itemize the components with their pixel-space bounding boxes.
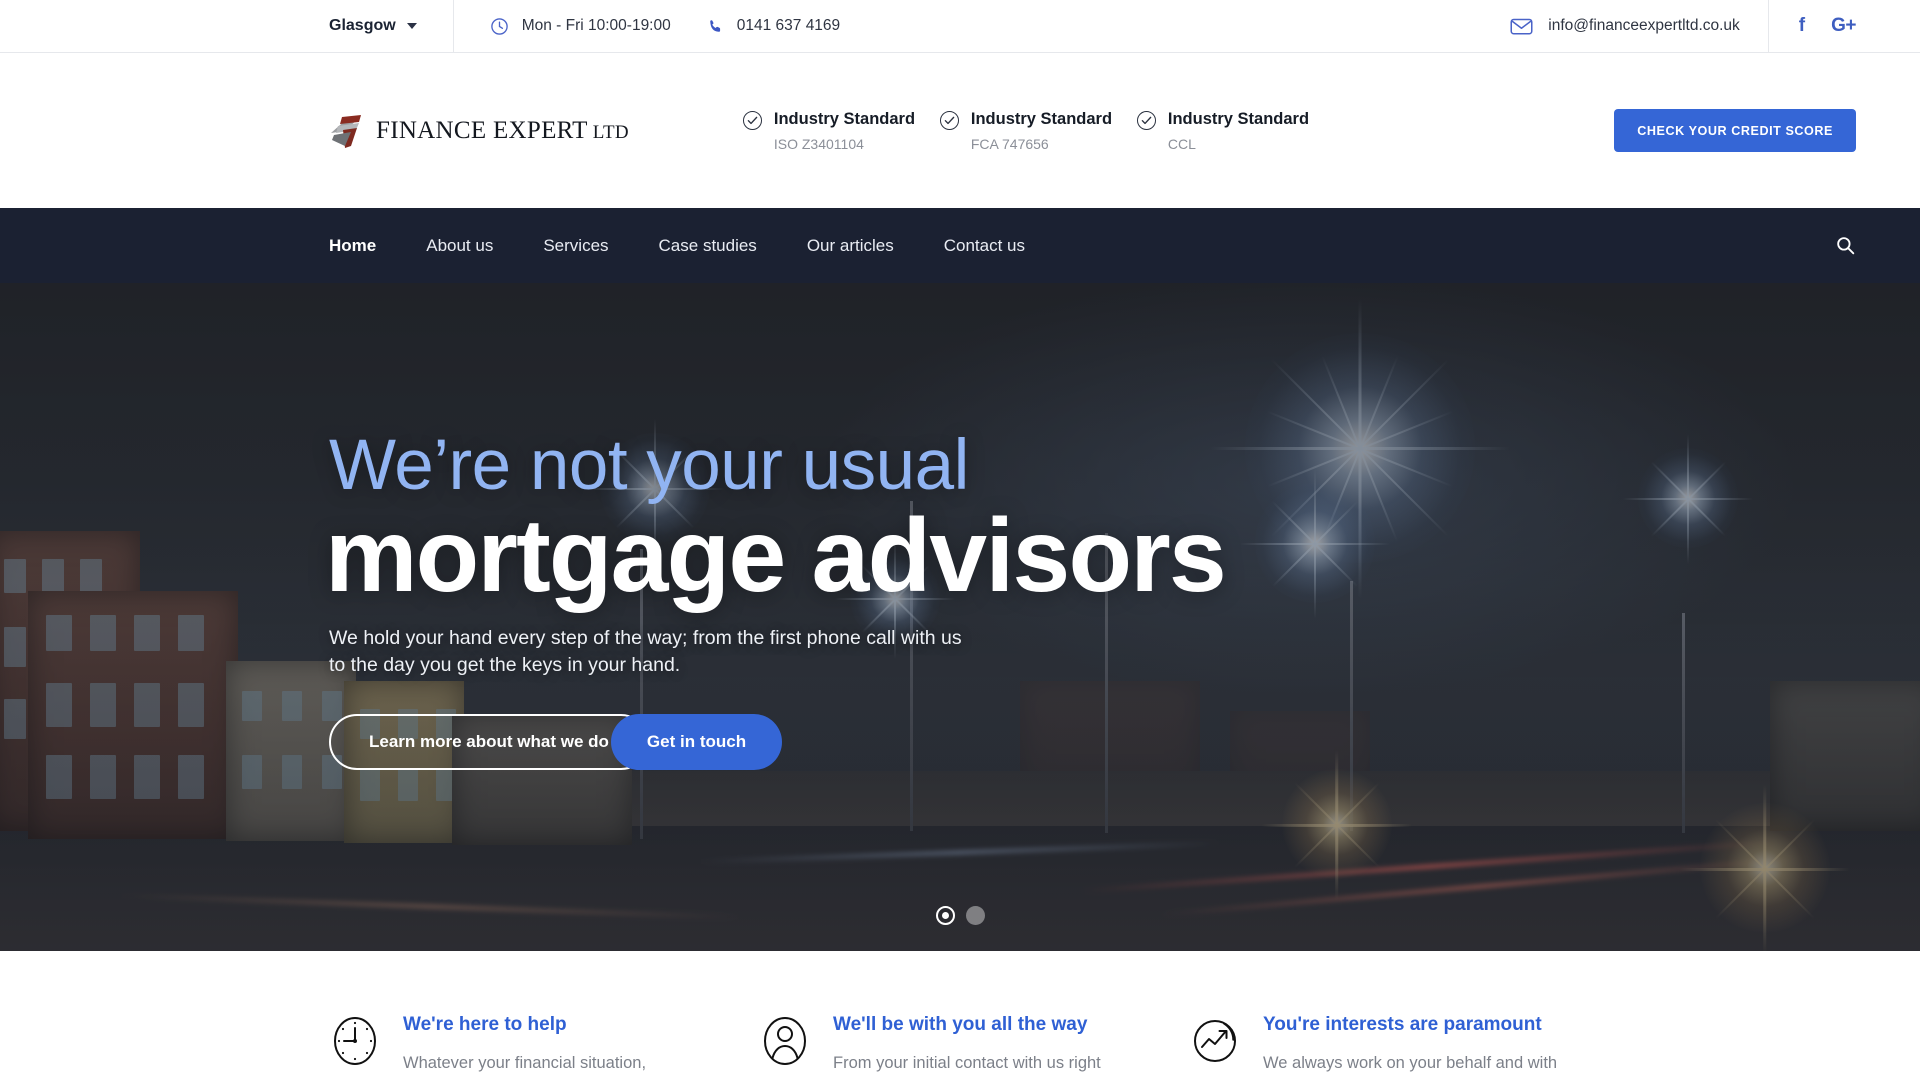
logo-name-main: FINANCE EXPERT xyxy=(376,116,588,144)
feature-title: You're interests are paramount xyxy=(1263,1014,1542,1035)
city-label: Glasgow xyxy=(329,17,396,34)
clock-icon xyxy=(329,1015,381,1067)
main-navigation: Home About us Services Case studies Our … xyxy=(0,208,1920,283)
badge-title: Industry Standard xyxy=(1167,110,1310,129)
search-icon[interactable] xyxy=(1835,235,1856,256)
social-links: f G+ xyxy=(1769,15,1857,37)
nav-item-our-articles[interactable]: Our articles xyxy=(782,236,919,256)
certification-badges: Industry Standard ISO Z3401104 Industry … xyxy=(742,109,1334,152)
nav-item-case-studies[interactable]: Case studies xyxy=(634,236,782,256)
slide-dot-2[interactable] xyxy=(965,906,985,925)
top-utility-bar: Glasgow Mon - Fri 10:00-19:00 0141 637 4… xyxy=(0,0,1920,53)
hero-banner: We’re not your usual mortgage advisors W… xyxy=(0,283,1920,951)
badge-title: Industry Standard xyxy=(773,110,916,129)
learn-more-button[interactable]: Learn more about what we do xyxy=(329,714,649,771)
features-section: We're here to help Whatever your financi… xyxy=(0,951,1920,1080)
email-info[interactable]: info@financeexpertltd.co.uk xyxy=(1510,17,1740,36)
badge-subtitle: CCL xyxy=(1167,135,1196,152)
badge-title: Industry Standard xyxy=(970,110,1113,129)
brand-header: FINANCE EXPERT LTD Industry Standard ISO… xyxy=(0,53,1920,208)
phone-number: 0141 637 4169 xyxy=(736,17,841,34)
badge-item: Industry Standard FCA 747656 xyxy=(939,109,1137,152)
check-circle-icon xyxy=(742,111,762,131)
feature-item-help: We're here to help Whatever your financi… xyxy=(329,1014,759,1080)
badge-subtitle: FCA 747656 xyxy=(970,135,1049,152)
page-root: Glasgow Mon - Fri 10:00-19:00 0141 637 4… xyxy=(0,0,1920,1080)
nav-item-about-us[interactable]: About us xyxy=(401,236,518,256)
nav-item-services[interactable]: Services xyxy=(518,236,633,256)
site-logo[interactable]: FINANCE EXPERT LTD xyxy=(329,113,629,149)
nav-links: Home About us Services Case studies Our … xyxy=(329,236,1050,256)
email-address: info@financeexpertltd.co.uk xyxy=(1548,17,1740,34)
badge-subtitle: ISO Z3401104 xyxy=(773,135,864,152)
opening-hours: Mon - Fri 10:00-19:00 xyxy=(454,17,671,36)
carousel-dots xyxy=(0,906,1920,925)
hero-actions: Learn more about what we do Get in touch xyxy=(329,714,1856,771)
feature-item-support: We'll be with you all the way From your … xyxy=(759,1014,1189,1080)
opening-hours-text: Mon - Fri 10:00-19:00 xyxy=(521,17,671,34)
feature-title: We're here to help xyxy=(403,1014,567,1035)
badge-item: Industry Standard CCL xyxy=(1136,109,1334,152)
phone-icon xyxy=(707,18,724,35)
hero-headline-bold: mortgage advisors xyxy=(325,497,1227,614)
badge-item: Industry Standard ISO Z3401104 xyxy=(742,109,940,152)
check-circle-icon xyxy=(1136,111,1156,131)
feature-description: We always work on your behalf and with xyxy=(1263,1053,1558,1072)
envelope-icon xyxy=(1510,17,1533,36)
slide-dot-1[interactable] xyxy=(935,906,955,925)
clock-icon xyxy=(490,17,509,36)
get-in-touch-button[interactable]: Get in touch xyxy=(610,714,783,771)
city-selector[interactable]: Glasgow xyxy=(329,17,453,35)
nav-item-home[interactable]: Home xyxy=(329,236,401,256)
check-circle-icon xyxy=(939,111,959,131)
logo-name-suffix: LTD xyxy=(587,121,629,143)
person-icon xyxy=(759,1015,811,1067)
hero-content: We’re not your usual mortgage advisors W… xyxy=(325,283,1856,951)
check-credit-score-button[interactable]: CHECK YOUR CREDIT SCORE xyxy=(1614,109,1856,152)
finance-expert-logo-mark xyxy=(329,113,363,149)
logo-wordmark: FINANCE EXPERT LTD xyxy=(376,117,629,145)
hero-subtext: We hold your hand every step of the way;… xyxy=(329,626,962,676)
chevron-down-icon xyxy=(406,23,417,29)
feature-description: From your initial contact with us right xyxy=(833,1053,1101,1072)
hero-headline-light: We’re not your usual xyxy=(329,425,969,505)
google-plus-icon[interactable]: G+ xyxy=(1831,15,1856,37)
feature-item-interests: You're interests are paramount We always… xyxy=(1189,1014,1619,1080)
facebook-icon[interactable]: f xyxy=(1799,15,1805,37)
phone-info[interactable]: 0141 637 4169 xyxy=(671,17,840,35)
trending-up-chart-icon xyxy=(1189,1015,1241,1067)
feature-title: We'll be with you all the way xyxy=(833,1014,1088,1035)
nav-item-contact-us[interactable]: Contact us xyxy=(919,236,1050,256)
feature-description: Whatever your financial situation, xyxy=(403,1053,647,1072)
